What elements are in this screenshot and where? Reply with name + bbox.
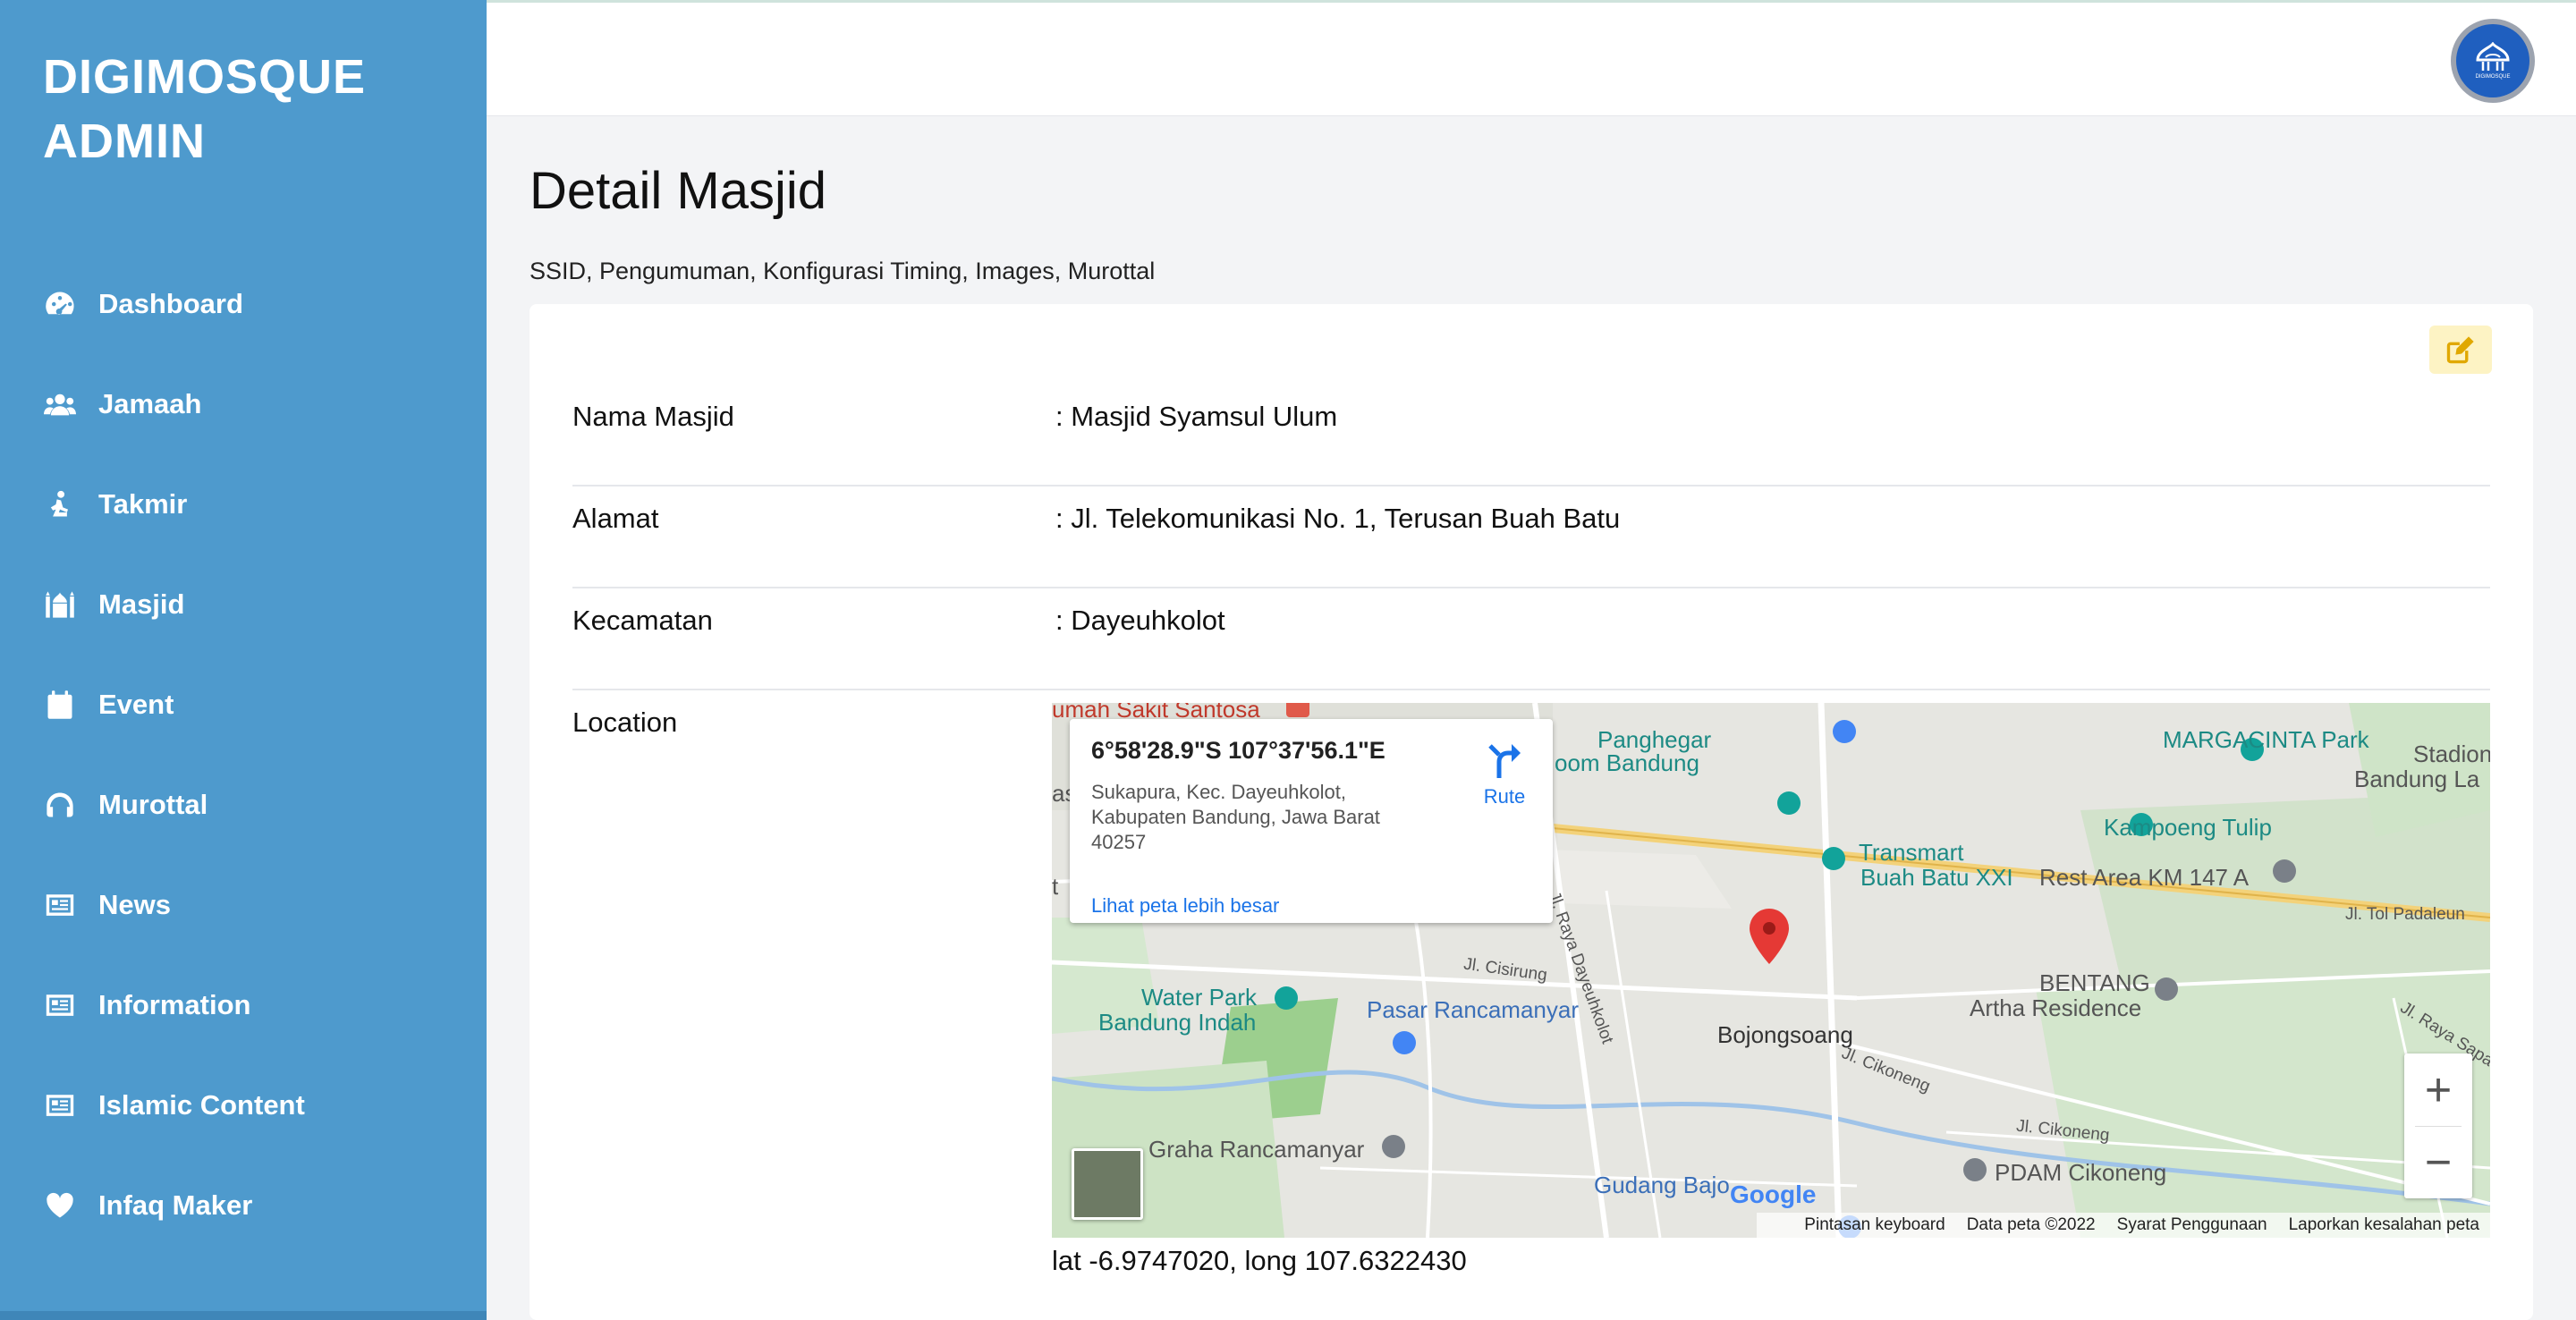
map-label-tol: Jl. Tol Padaleun [2345,905,2465,924]
map-label-pdam: PDAM Cikoneng [1995,1159,2167,1186]
map-label-transmart: Transmart [1859,839,1964,866]
newspaper-icon [43,888,77,922]
google-logo: Google [1730,1180,1817,1208]
map-label-oom-bandung: oom Bandung [1555,749,1699,776]
sidebar-item-infaq-maker[interactable]: Infaq Maker [0,1155,487,1256]
map-label-margacinta: MARGACINTA Park [2163,726,2369,753]
nama-value: : Masjid Syamsul Ulum [1055,401,1338,432]
map-label-buah-batu: Buah Batu XXI [1860,864,2013,891]
sidebar-item-masjid[interactable]: Masjid [0,554,487,655]
detail-row-nama: Nama Masjid : Masjid Syamsul Ulum [572,397,2490,487]
map-label-artha: Artha Residence [1970,994,2142,1021]
map-label-water-park: Water Park [1141,984,1258,1011]
sidebar-item-label: Infaq Maker [98,1189,253,1221]
user-avatar[interactable]: DIGIMOSQUE [2451,19,2535,103]
praying-person-icon [43,487,77,521]
report-error-link[interactable]: Laporkan kesalahan peta [2289,1215,2479,1235]
directions-button[interactable]: Rute [1478,740,1531,808]
detail-row-alamat: Alamat : Jl. Telekomunikasi No. 1, Terus… [572,487,2490,588]
map-label-rest-area: Rest Area KM 147 A [2039,864,2250,891]
map-label-bojongsoang: Bojongsoang [1717,1021,1853,1048]
map-label-stadion: Stadion [2413,740,2490,767]
alamat-label: Alamat [572,503,659,534]
zoom-divider [2415,1126,2462,1127]
mosque-logo-icon [2476,42,2510,71]
sidebar-item-label: Islamic Content [98,1089,305,1121]
map-data-text: Data peta ©2022 [1966,1215,2096,1234]
location-map[interactable]: umah Sakit Santosa Panghegar oom Bandung… [1052,703,2490,1238]
users-icon [43,387,77,421]
map-label-bandung-la: Bandung La [2354,766,2480,792]
map-label-fragment-t: t [1052,873,1059,900]
map-label-pasar: Pasar Rancamanyar [1367,996,1579,1023]
satellite-toggle-button[interactable] [1072,1148,1143,1220]
kecamatan-label: Kecamatan [572,605,713,636]
sidebar-item-information[interactable]: Information [0,955,487,1055]
location-label: Location [572,707,678,738]
zoom-out-button[interactable]: − [2404,1126,2472,1198]
sidebar-item-label: Jamaah [98,388,202,419]
zoom-in-button[interactable]: + [2404,1053,2472,1126]
calendar-icon [43,688,77,722]
larger-map-link[interactable]: Lihat peta lebih besar [1091,894,1279,918]
terms-link[interactable]: Syarat Penggunaan [2117,1215,2267,1235]
map-label-bandung-indah: Bandung Indah [1098,1009,1257,1036]
keyboard-shortcuts-link[interactable]: Pintasan keyboard [1804,1215,1945,1235]
kecamatan-value: : Dayeuhkolot [1055,605,1225,636]
sidebar-item-label: Takmir [98,488,188,520]
logo-text: DIGIMOSQUE [2475,74,2511,80]
newspaper-icon [43,1088,77,1122]
page-title: Detail Masjid [530,162,826,220]
map-label-bentang: BENTANG [2039,969,2150,996]
heart-icon [43,1189,77,1223]
brand-title: DIGIMOSQUE ADMIN [43,50,367,168]
sidebar-item-label: Event [98,689,174,720]
detail-row-kecamatan: Kecamatan : Dayeuhkolot [572,588,2490,690]
nama-label: Nama Masjid [572,401,734,432]
sidebar-item-label: Dashboard [98,288,243,319]
headphones-icon [43,788,77,822]
map-attribution-bar: Pintasan keyboard Data peta ©2022 Syarat… [1052,1213,2490,1238]
sidebar-item-label: Murottal [98,789,208,820]
sidebar-item-event[interactable]: Event [0,655,487,755]
sidebar-item-islamic-content[interactable]: Islamic Content [0,1055,487,1155]
map-info-window: 6°58'28.9"S 107°37'56.1"E Sukapura, Kec.… [1070,719,1553,923]
directions-label: Rute [1483,785,1526,808]
sidebar: DIGIMOSQUE ADMIN Dashboard Jamaah Takmir… [0,0,487,1320]
sidebar-item-news[interactable]: News [0,855,487,955]
digimosque-logo: DIGIMOSQUE [2456,24,2529,97]
lat-long-text: lat -6.9747020, long 107.6322430 [1052,1245,1467,1276]
edit-button[interactable] [2429,326,2492,374]
sidebar-item-label: Masjid [98,588,185,620]
map-zoom-control: + − [2404,1053,2472,1198]
alamat-value: : Jl. Telekomunikasi No. 1, Terusan Buah… [1055,503,1621,534]
sidebar-item-label: News [98,889,171,920]
dashboard-icon [43,287,77,321]
map-info-address: Sukapura, Kec. Dayeuhkolot, Kabupaten Ba… [1091,781,1380,853]
map-label-graha: Graha Rancamanyar [1148,1136,1365,1163]
directions-icon [1488,744,1521,778]
sidebar-item-jamaah[interactable]: Jamaah [0,354,487,454]
sidebar-footer-bar [0,1311,487,1320]
newspaper-icon [43,988,77,1022]
sidebar-item-murottal[interactable]: Murottal [0,755,487,855]
mosque-icon [43,588,77,622]
edit-icon [2446,336,2474,364]
map-info-coordinates: 6°58'28.9"S 107°37'56.1"E [1091,737,1385,764]
sidebar-item-takmir[interactable]: Takmir [0,454,487,554]
sidebar-item-dashboard[interactable]: Dashboard [0,254,487,354]
page-subtitle: SSID, Pengumuman, Konfigurasi Timing, Im… [530,258,1156,284]
topbar: DIGIMOSQUE [487,0,2576,116]
sidebar-item-label: Information [98,989,251,1020]
map-label-gudang: Gudang Bajo [1594,1172,1730,1198]
map-label-kampoeng-tulip: Kampoeng Tulip [2104,814,2272,841]
sidebar-menu: Dashboard Jamaah Takmir Masjid Event Mur… [0,254,487,1256]
